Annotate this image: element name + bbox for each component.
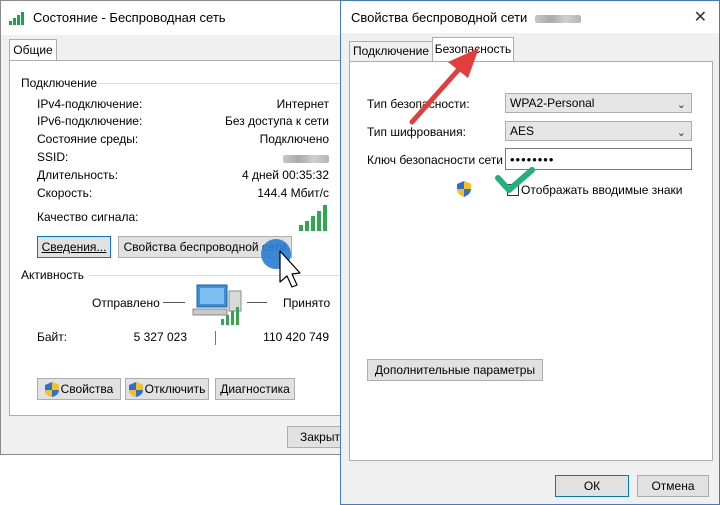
red-arrow-icon: [409, 48, 479, 125]
green-checkmark-icon: [495, 167, 535, 193]
annotation-overlay: [261, 48, 535, 288]
